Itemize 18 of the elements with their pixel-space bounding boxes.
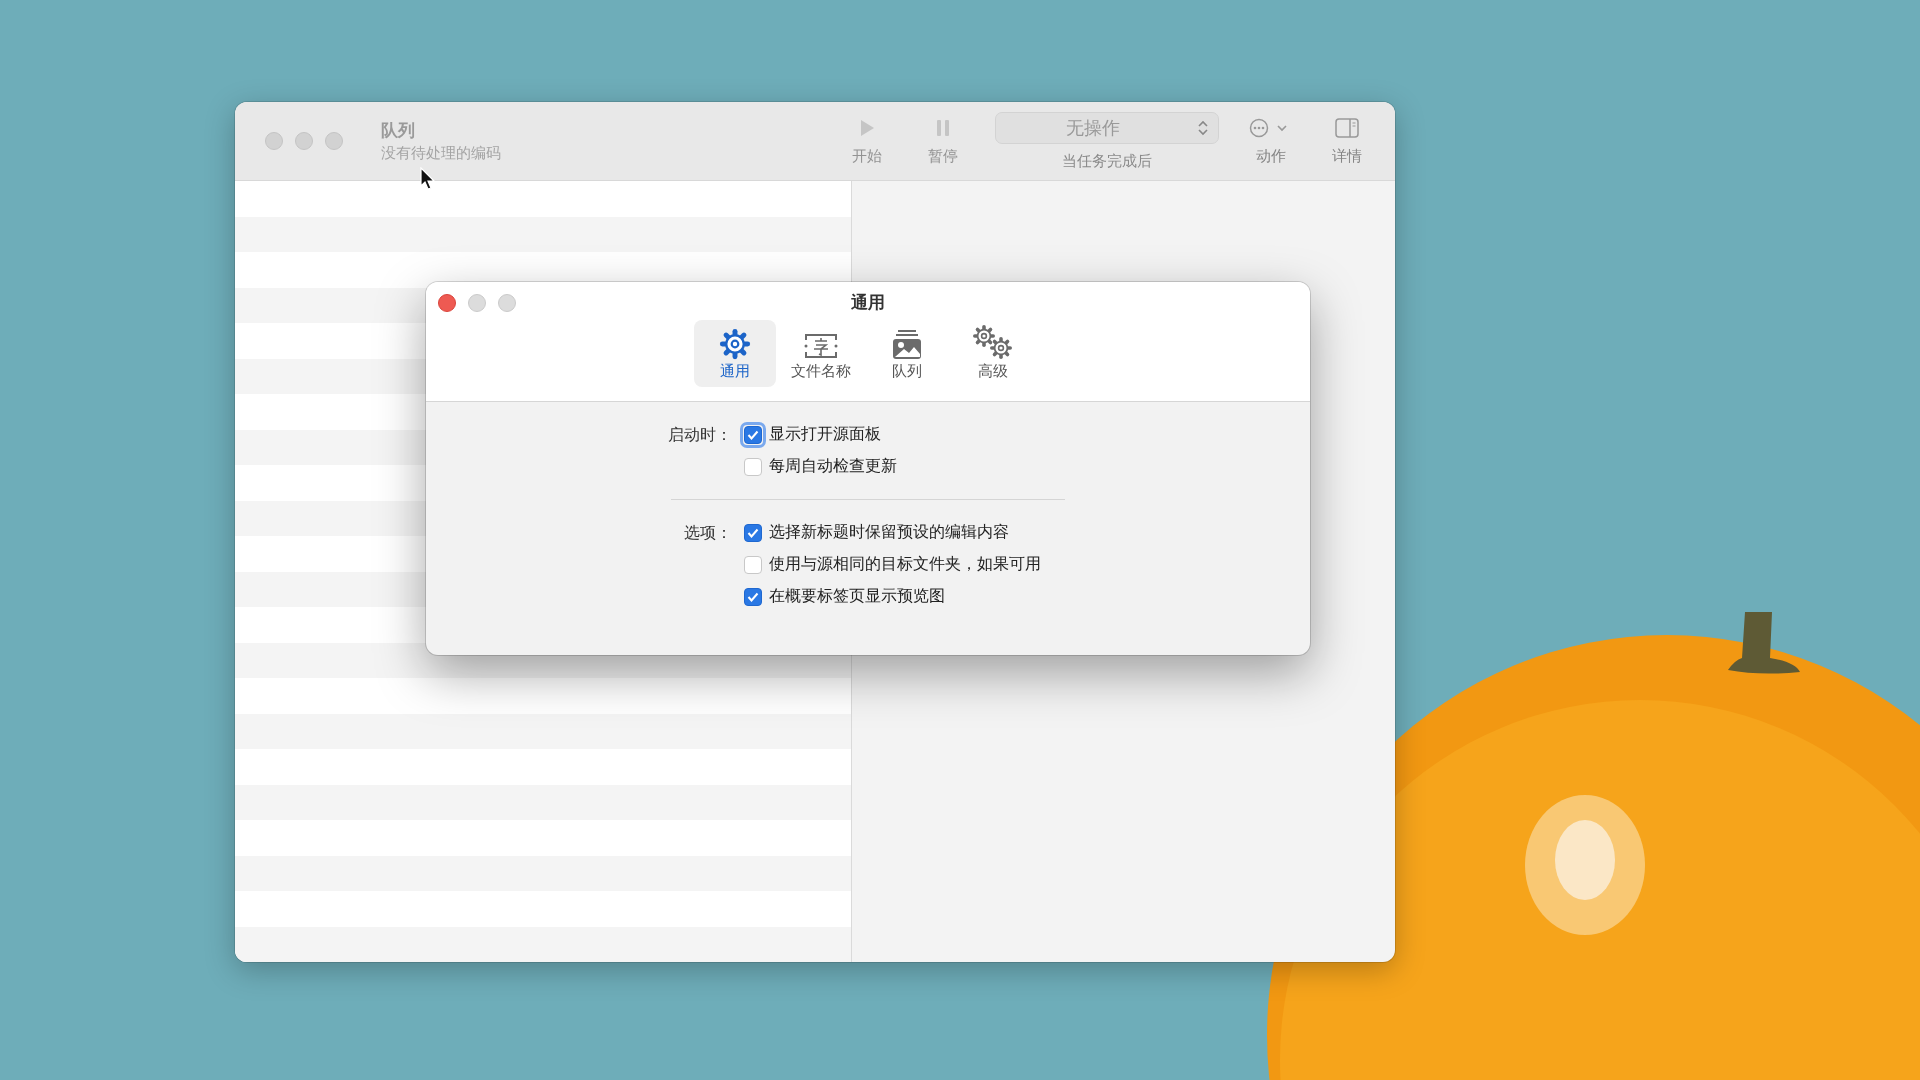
window-title: 队列 xyxy=(381,119,415,142)
tab[interactable]: 队列 xyxy=(866,320,948,387)
toolbar-button[interactable]: 动作 xyxy=(1247,116,1295,166)
checkbox-label: 选择新标题时保留预设的编辑内容 xyxy=(769,522,1009,543)
checkbox-label: 显示打开源面板 xyxy=(769,424,881,445)
tab[interactable]: 文件名称 xyxy=(780,320,862,387)
toolbar-button[interactable]: 详情 xyxy=(1323,116,1371,166)
tab[interactable]: 通用 xyxy=(694,320,776,387)
toolbar-label: 当任务完成后 xyxy=(1062,151,1152,171)
section-label: 启动时： xyxy=(667,424,732,446)
dialog-title: 通用 xyxy=(851,291,885,314)
checkbox-label: 在概要标签页显示预览图 xyxy=(769,586,945,607)
popup-button[interactable]: 无操作 xyxy=(995,111,1219,144)
checkbox-label: 使用与源相同的目标文件夹，如果可用 xyxy=(769,554,1041,575)
tab[interactable]: 高级 xyxy=(952,320,1034,387)
section-label: 选项： xyxy=(683,522,732,544)
window-subtitle: 没有待处理的编码 xyxy=(381,144,501,163)
checkbox-label: 每周自动检查更新 xyxy=(769,456,897,477)
